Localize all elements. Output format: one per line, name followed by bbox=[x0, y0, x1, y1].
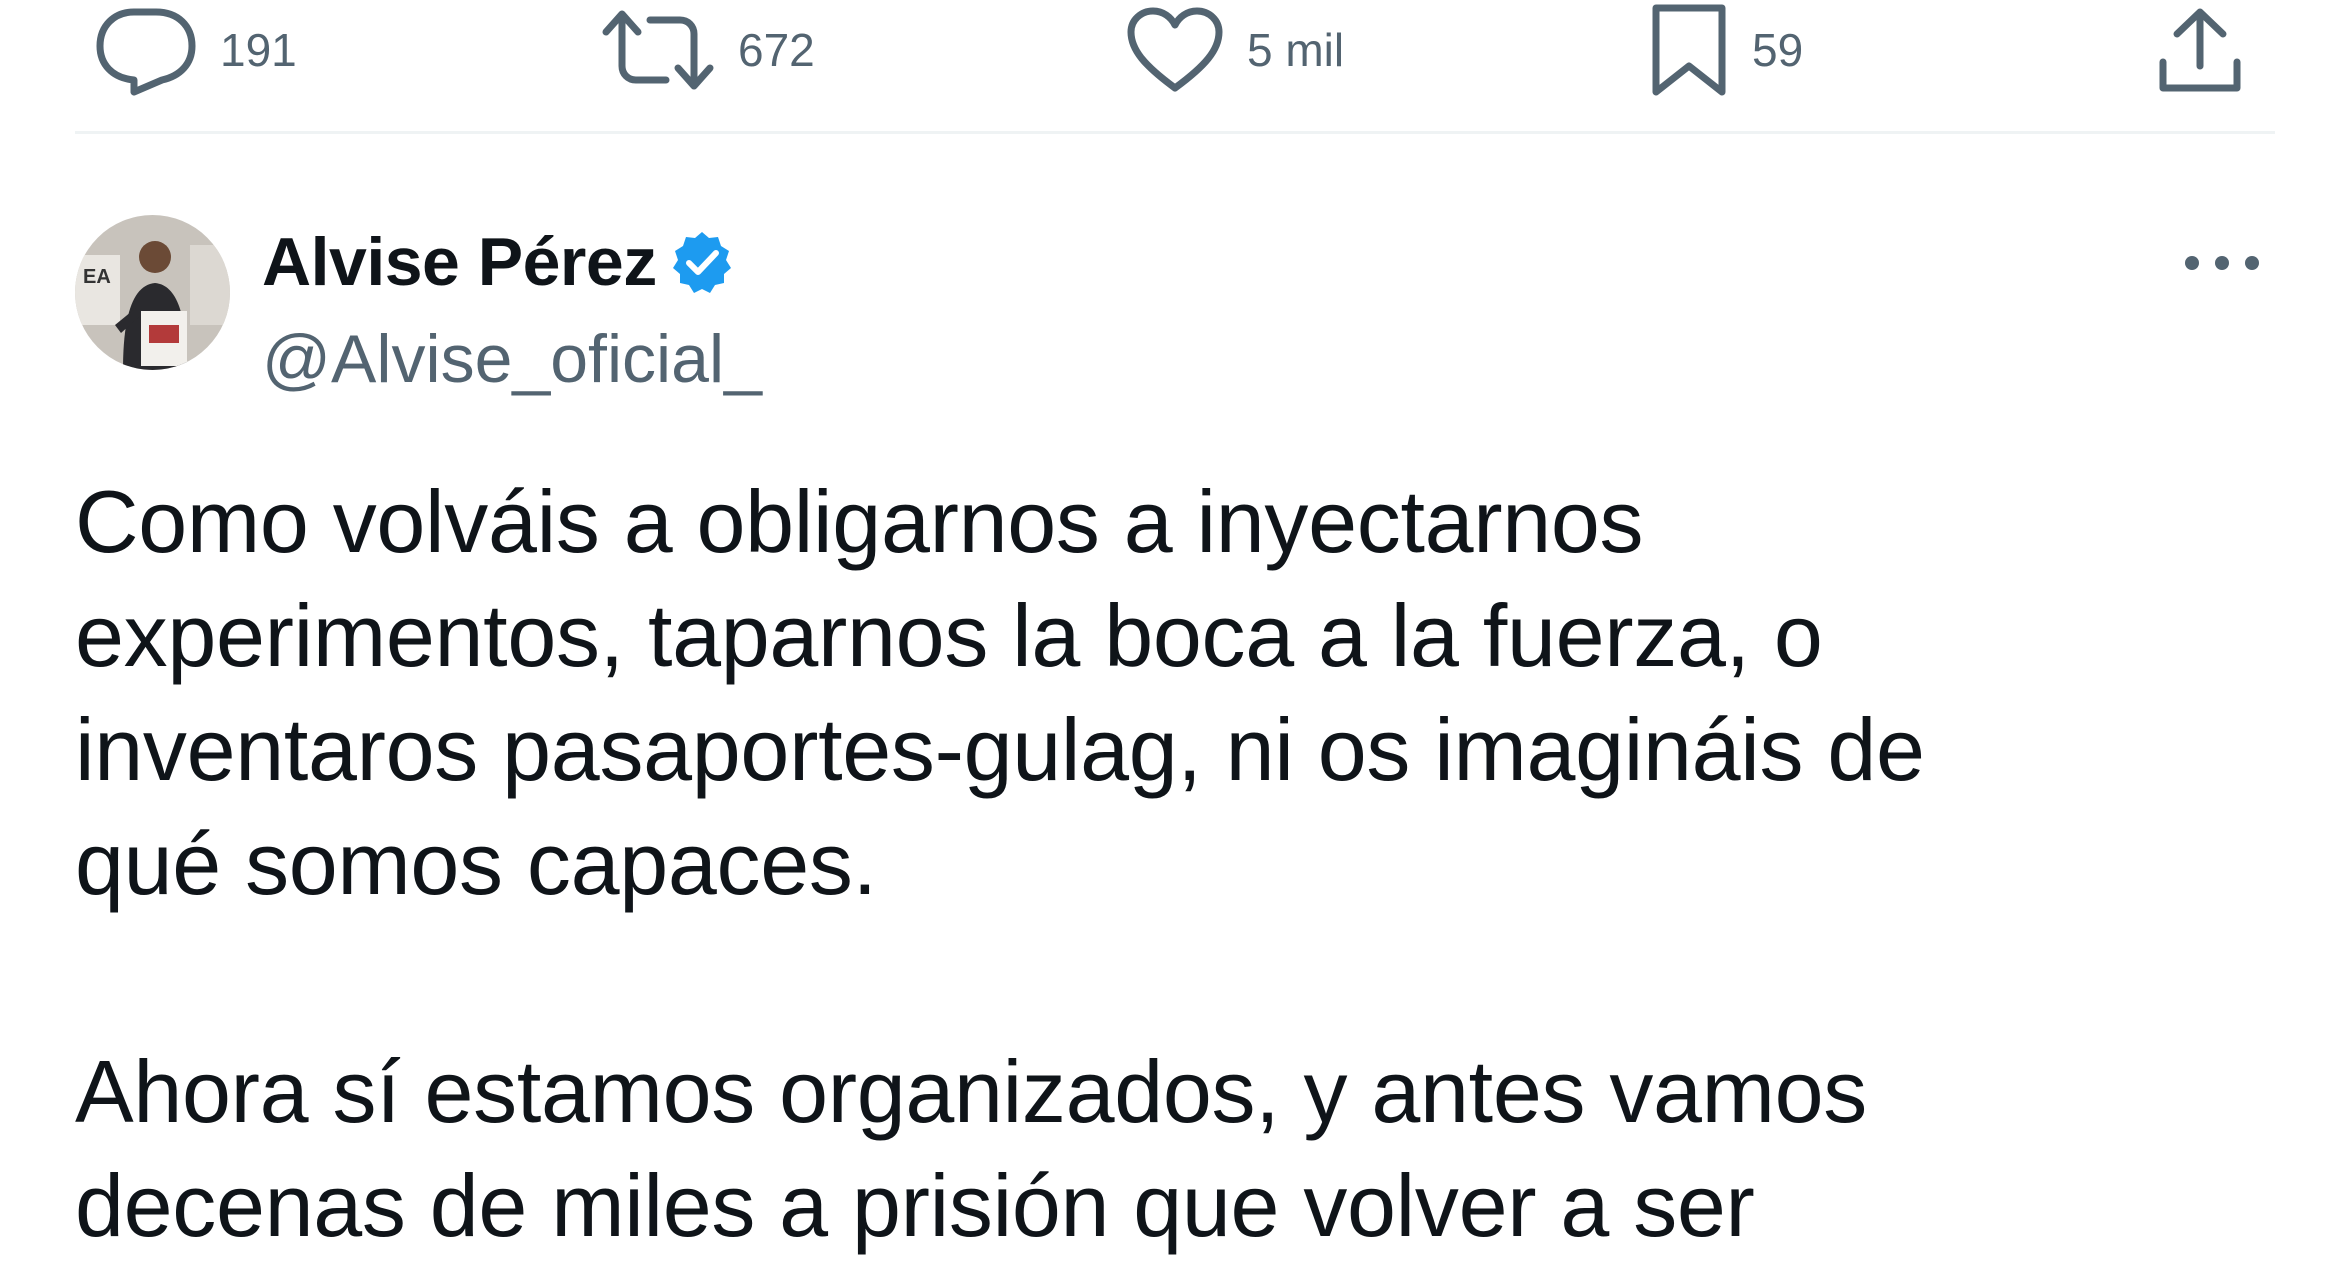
tweet-text-line: Como volváis a obligarnos a inyectarnos bbox=[75, 472, 1644, 571]
more-options-icon bbox=[2184, 255, 2260, 276]
retweet-count: 672 bbox=[738, 24, 815, 76]
tweet-text-line: inventaros pasaportes-gulag, ni os imagi… bbox=[75, 700, 1925, 799]
tweet-text-blank-line bbox=[75, 921, 2275, 1035]
author-avatar[interactable]: EA bbox=[75, 215, 230, 370]
author-display-name[interactable]: Alvise Pérez bbox=[262, 223, 657, 301]
tweet-text-line: decenas de miles a prisión que volver a … bbox=[75, 1156, 1755, 1255]
tweet-text-line: Ahora sí estamos organizados, y antes va… bbox=[75, 1042, 1868, 1141]
tweet-text-line: experimentos, taparnos la boca a la fuer… bbox=[75, 586, 1823, 685]
like-count: 5 mil bbox=[1247, 24, 1345, 76]
bookmark-icon bbox=[1648, 2, 1730, 98]
reply-button[interactable]: 191 bbox=[94, 0, 297, 100]
previous-tweet-action-bar: 191 672 5 mil 59 bbox=[0, 0, 2350, 130]
reply-count: 191 bbox=[220, 24, 297, 76]
retweet-button[interactable]: 672 bbox=[600, 0, 815, 100]
reply-icon bbox=[94, 4, 198, 96]
bookmark-button[interactable]: 59 bbox=[1648, 0, 1803, 100]
tweet-text-line: qué somos capaces. bbox=[75, 814, 877, 913]
share-button[interactable] bbox=[2155, 0, 2245, 100]
svg-text:EA: EA bbox=[83, 266, 111, 288]
tweet-text: Como volváis a obligarnos a inyectarnos … bbox=[75, 465, 2275, 1263]
retweet-icon bbox=[600, 8, 716, 92]
verified-badge-icon bbox=[669, 229, 735, 295]
heart-icon bbox=[1125, 6, 1225, 94]
author-handle[interactable]: @Alvise_oficial_ bbox=[262, 320, 762, 398]
more-options-button[interactable] bbox=[2182, 240, 2262, 290]
like-button[interactable]: 5 mil bbox=[1125, 0, 1344, 100]
share-icon bbox=[2155, 4, 2245, 96]
bookmark-count: 59 bbox=[1752, 24, 1804, 76]
tweet-divider bbox=[75, 131, 2275, 134]
author-name-row: Alvise Pérez bbox=[262, 222, 735, 302]
